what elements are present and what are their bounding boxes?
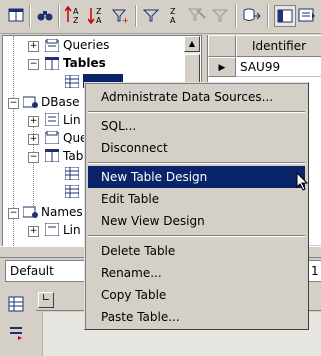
scroll-up-button[interactable]: ▲ (184, 36, 200, 52)
table-insert-icon[interactable] (6, 294, 26, 314)
table-icon (64, 184, 80, 199)
menu-separator (88, 235, 305, 237)
tables-folder-icon (44, 148, 60, 163)
svg-text:Z: Z (73, 16, 79, 24)
table-cell[interactable]: SAU99 (236, 57, 321, 77)
table-icon (64, 74, 80, 89)
svg-text:A: A (73, 7, 79, 16)
menu-item-copy-table[interactable]: Copy Table (88, 284, 305, 306)
tree-item-tables-2[interactable]: Tab (63, 147, 83, 165)
sort-ascending-icon[interactable]: AZ (64, 5, 84, 25)
menu-item-edit-table[interactable]: Edit Table (88, 188, 305, 210)
menu-item-paste-table[interactable]: Paste Table... (88, 306, 305, 328)
sort-descending-icon[interactable]: ZA (87, 5, 107, 25)
queries-folder-icon (44, 38, 60, 53)
auto-filter-icon[interactable]: + (110, 5, 130, 25)
filter-icon[interactable] (141, 5, 161, 25)
mouse-pointer-icon (296, 171, 310, 192)
svg-text:+: + (122, 16, 129, 24)
tables-folder-icon (44, 56, 60, 71)
svg-text:A: A (96, 16, 102, 24)
tree-item-queries[interactable]: Queries (63, 36, 109, 54)
menu-item-administrate-data-sources[interactable]: Administrate Data Sources... (88, 86, 305, 108)
menu-separator (88, 162, 305, 164)
expander[interactable]: − (8, 98, 19, 109)
column-header-identifier[interactable]: Identifier (236, 35, 321, 57)
toolbar: AZ ZA + ZA (0, 0, 321, 34)
data-to-text-icon[interactable] (242, 5, 262, 25)
table-icon (64, 166, 80, 181)
expander[interactable]: + (28, 116, 39, 127)
font-size-combo[interactable]: 1 (308, 260, 321, 282)
main-toolbar (2, 288, 30, 356)
standard-filter-icon[interactable]: ZA (164, 5, 184, 25)
tree-item-dbase[interactable]: DBase (41, 93, 79, 111)
database-icon (22, 205, 38, 218)
tab-stop-icon[interactable]: ∟ (38, 292, 54, 308)
links-folder-icon (44, 112, 60, 127)
explorer-on-off-icon[interactable] (274, 5, 296, 27)
menu-item-rename[interactable]: Rename... (88, 262, 305, 284)
expander[interactable]: − (28, 59, 39, 70)
svg-text:Z: Z (96, 7, 102, 16)
row-marker[interactable]: ▶ (208, 57, 236, 77)
menu-item-new-table-design[interactable]: New Table Design (88, 166, 305, 188)
svg-text:Z: Z (170, 7, 176, 16)
links-folder-icon (44, 222, 60, 237)
expander[interactable]: + (28, 134, 39, 145)
corner-header (208, 35, 236, 57)
menu-item-new-view-design[interactable]: New View Design (88, 210, 305, 232)
expander[interactable]: + (28, 41, 39, 52)
remove-filter-icon[interactable] (187, 5, 207, 25)
tree-item-links[interactable]: Lin (63, 111, 81, 129)
menu-item-sql[interactable]: SQL... (88, 115, 305, 137)
find-icon[interactable] (35, 5, 55, 25)
data-source-icon[interactable] (297, 5, 317, 25)
apply-filter-icon[interactable] (210, 5, 230, 25)
tree-item-links-2[interactable]: Lin (63, 221, 81, 239)
expander[interactable]: − (8, 208, 19, 219)
paragraph-style-combo[interactable]: Default (5, 260, 85, 282)
queries-folder-icon (44, 130, 60, 145)
insert-fields-icon[interactable] (6, 322, 26, 342)
context-menu: Administrate Data Sources... SQL... Disc… (84, 82, 309, 330)
menu-separator (88, 111, 305, 113)
tree-item-tables[interactable]: Tables (63, 54, 106, 72)
tree-item-names[interactable]: Names (41, 203, 83, 221)
svg-text:A: A (170, 16, 176, 24)
database-icon (22, 95, 38, 108)
menu-item-delete-table[interactable]: Delete Table (88, 240, 305, 262)
expander[interactable]: + (28, 226, 39, 237)
database-view-icon[interactable] (6, 5, 26, 25)
expander[interactable]: − (28, 152, 39, 163)
menu-item-disconnect[interactable]: Disconnect (88, 137, 305, 159)
